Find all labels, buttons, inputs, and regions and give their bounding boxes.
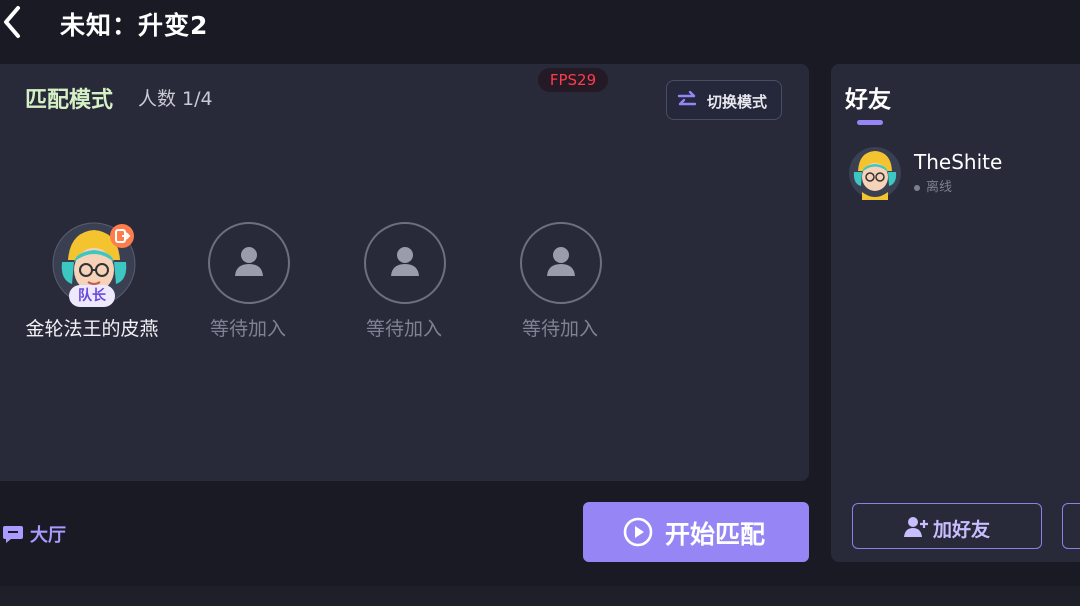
empty-slot-label: 等待加入 bbox=[365, 318, 442, 340]
bottom-edge bbox=[0, 586, 1080, 606]
switch-mode-button[interactable]: 切换模式 bbox=[666, 80, 782, 120]
friend-name: TheShite bbox=[914, 150, 1003, 174]
switch-icon bbox=[677, 91, 697, 106]
back-arrow-icon[interactable] bbox=[0, 4, 30, 40]
friend-avatar[interactable] bbox=[848, 146, 902, 200]
start-match-label: 开始匹配 bbox=[665, 520, 766, 549]
start-match-button[interactable]: 开始匹配 bbox=[583, 502, 809, 562]
switch-mode-label: 切换模式 bbox=[707, 93, 768, 111]
friends-title: 好友 bbox=[845, 87, 891, 113]
leader-badge: 队长 bbox=[69, 285, 115, 307]
person-placeholder-icon bbox=[391, 247, 419, 276]
friends-panel bbox=[831, 64, 1080, 562]
friends-tab-indicator bbox=[857, 120, 883, 125]
empty-slot[interactable] bbox=[364, 222, 446, 304]
fps-badge: FPS29 bbox=[538, 68, 608, 92]
player-count: 人数 1/4 bbox=[138, 88, 213, 110]
empty-slot-label: 等待加入 bbox=[209, 318, 286, 340]
add-friend-label: 加好友 bbox=[933, 519, 991, 541]
friend-status-label: 离线 bbox=[926, 180, 953, 195]
chat-icon bbox=[3, 526, 23, 543]
empty-slot[interactable] bbox=[208, 222, 290, 304]
leader-name: 金轮法王的皮燕 bbox=[25, 318, 159, 340]
empty-slot-label: 等待加入 bbox=[521, 318, 598, 340]
friend-status: 离线 bbox=[914, 176, 952, 195]
friends-extra-button[interactable] bbox=[1062, 503, 1080, 549]
person-placeholder-icon bbox=[235, 247, 263, 276]
mode-label: 匹配模式 bbox=[25, 88, 114, 113]
page-title: 未知：升变2 bbox=[60, 11, 209, 40]
exit-icon bbox=[115, 229, 131, 243]
top-bar: 未知：升变2 bbox=[0, 0, 1080, 50]
add-user-icon bbox=[904, 517, 928, 537]
lobby-label: 大厅 bbox=[30, 525, 66, 546]
add-friend-button[interactable]: 加好友 bbox=[852, 503, 1042, 549]
exit-team-button[interactable] bbox=[110, 224, 134, 248]
person-placeholder-icon bbox=[547, 247, 575, 276]
empty-slot[interactable] bbox=[520, 222, 602, 304]
play-icon bbox=[623, 517, 653, 547]
status-dot-icon bbox=[914, 184, 920, 191]
